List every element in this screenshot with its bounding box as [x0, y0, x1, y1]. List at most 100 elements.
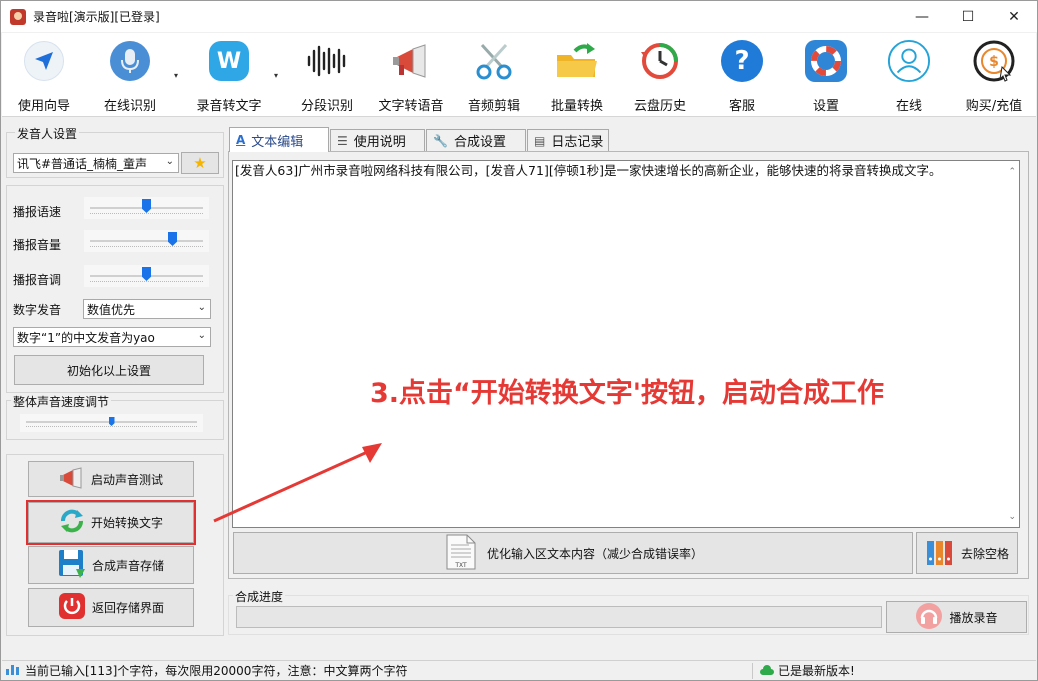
minimize-button[interactable]: —	[899, 1, 945, 32]
one-pron-select[interactable]: 数字“1”的中文发音为yao ⌄	[13, 327, 211, 347]
pitch-slider[interactable]	[84, 265, 209, 287]
headphones-icon	[915, 602, 943, 633]
waveform-icon	[305, 39, 349, 83]
tab-label: 文本编辑	[251, 134, 304, 150]
tutorial-annotation: 3.点击“开始转换文字'按钮，启动合成工作	[370, 378, 885, 409]
toolbar-online-status-button[interactable]: 在线	[882, 39, 936, 115]
online-recognition-dropdown[interactable]: ▾	[174, 71, 178, 80]
txt-file-icon: TXT	[443, 533, 477, 574]
floppy-disk-icon	[58, 549, 86, 582]
text-a-icon: A	[236, 133, 246, 147]
user-profile-icon	[887, 39, 931, 83]
annotation-arrow	[213, 443, 382, 523]
tab-text-edit[interactable]: A 文本编辑	[229, 127, 329, 152]
chevron-down-icon: ⌄	[165, 156, 174, 167]
tab-synthesis-settings[interactable]: 🔧 合成设置	[426, 129, 526, 151]
toolbar-cloud-history-button[interactable]: 云盘历史	[630, 39, 690, 115]
toolbar-label: 云盘历史	[633, 99, 686, 114]
back-save-button[interactable]: 返回存储界面	[28, 588, 194, 627]
toolbar-segment-recognition-button[interactable]: 分段识别	[296, 39, 358, 115]
play-audio-label: 播放录音	[949, 610, 998, 625]
toolbar-purchase-button[interactable]: $ 购买/充值	[960, 39, 1028, 115]
lifebuoy-icon	[804, 39, 848, 83]
audio-to-text-dropdown[interactable]: ▾	[274, 71, 278, 80]
toolbar-batch-convert-button[interactable]: 批量转换	[546, 39, 608, 115]
toolbar-guide-button[interactable]: 使用向导	[14, 39, 74, 115]
start-convert-button[interactable]: 开始转换文字	[28, 502, 194, 543]
document-icon: ▤	[534, 133, 546, 148]
svg-text:TXT: TXT	[454, 562, 467, 569]
save-audio-button[interactable]: 合成声音存储	[28, 546, 194, 584]
toolbar-audio-to-text-button[interactable]: W 录音转文字	[192, 39, 266, 115]
status-bar: 当前已输入[113]个字符，每次限用20000字符，注意：中文算两个字符 已是最…	[2, 660, 1036, 680]
history-clock-icon	[638, 39, 682, 83]
tab-label: 日志记录	[551, 135, 604, 150]
toolbar-audio-edit-button[interactable]: 音频剪辑	[464, 39, 524, 115]
scroll-down-icon[interactable]: ⌄	[1008, 510, 1016, 525]
test-voice-button[interactable]: 启动声音测试	[28, 461, 194, 497]
svg-text:$: $	[989, 54, 999, 70]
slider-ticks	[26, 426, 197, 430]
close-button[interactable]: ✕	[991, 1, 1037, 32]
toolbar-online-recognition-button[interactable]: 在线识别	[98, 39, 162, 115]
save-audio-label: 合成声音存储	[91, 558, 164, 573]
volume-slider[interactable]	[84, 230, 209, 252]
test-voice-label: 启动声音测试	[90, 472, 163, 487]
slider-thumb[interactable]	[168, 232, 177, 246]
voice-select[interactable]: 讯飞#普通话_楠楠_童声 ⌄	[13, 153, 179, 173]
close-icon: ✕	[1008, 8, 1020, 25]
speaker-settings-title: 发音人设置	[15, 125, 80, 142]
reset-settings-button[interactable]: 初始化以上设置	[14, 355, 204, 385]
editor-content: [发音人63]广州市录音啦网络科技有限公司，[发音人71][停顿1秒]是一家快速…	[235, 163, 942, 178]
progress-title: 合成进度	[233, 588, 286, 605]
tab-label: 合成设置	[453, 135, 506, 150]
favorite-voice-button[interactable]: ★	[181, 152, 219, 174]
dollar-coin-icon: $	[972, 39, 1016, 83]
synthesis-progress-bar	[236, 606, 882, 628]
toolbar-label: 文字转语音	[378, 99, 444, 114]
window-title: 录音啦[演示版][已登录]	[33, 10, 160, 24]
one-pron-value: 数字“1”的中文发音为yao	[17, 330, 155, 345]
digit-pron-value: 数值优先	[87, 302, 136, 317]
digit-pron-label: 数字发音	[13, 303, 62, 317]
folder-export-icon	[555, 39, 599, 83]
list-icon: ☰	[337, 133, 348, 148]
overall-speed-slider[interactable]	[20, 414, 203, 432]
wrench-icon: 🔧	[433, 133, 448, 148]
start-convert-label: 开始转换文字	[90, 516, 163, 530]
toolbar-support-button[interactable]: ? 客服	[716, 39, 768, 115]
power-icon	[58, 592, 86, 623]
window-controls: — ☐ ✕	[899, 1, 1037, 32]
status-divider	[752, 663, 753, 679]
slider-thumb[interactable]	[142, 267, 151, 281]
toolbar-text-to-speech-button[interactable]: 文字转语音	[374, 39, 448, 115]
play-audio-button[interactable]: 播放录音	[886, 601, 1027, 633]
title-bar: 录音啦[演示版][已登录] — ☐ ✕	[1, 1, 1037, 32]
toolbar-label: 分段识别	[300, 99, 353, 114]
optimize-text-label: 优化输入区文本内容（减少合成错误率）	[486, 546, 703, 561]
toolbar-settings-button[interactable]: 设置	[800, 39, 852, 115]
maximize-button[interactable]: ☐	[945, 1, 991, 32]
scroll-up-icon[interactable]: ⌃	[1008, 165, 1016, 180]
toolbar-label: 批量转换	[550, 99, 603, 114]
bar-chart-icon	[6, 663, 20, 678]
chevron-down-icon: ⌄	[197, 330, 206, 341]
speed-slider[interactable]	[84, 197, 209, 219]
tab-usage[interactable]: ☰ 使用说明	[330, 129, 425, 151]
slider-ticks	[90, 213, 203, 217]
slider-thumb[interactable]	[142, 199, 151, 213]
tab-log[interactable]: ▤ 日志记录	[527, 129, 609, 151]
refresh-arrows-icon	[59, 508, 85, 537]
megaphone-icon	[59, 466, 85, 492]
digit-pron-select[interactable]: 数值优先 ⌄	[83, 299, 211, 319]
slider-thumb[interactable]	[108, 417, 115, 426]
slider-track	[90, 240, 203, 242]
slider-ticks	[90, 246, 203, 250]
remove-spaces-button[interactable]: 去除空格	[916, 532, 1018, 574]
toolbar-label: 录音转文字	[196, 99, 262, 114]
toolbar-label: 购买/充值	[965, 99, 1023, 114]
volume-label: 播报音量	[13, 238, 62, 252]
status-char-count: 当前已输入[113]个字符，每次限用20000字符，注意：中文算两个字符	[25, 664, 408, 678]
optimize-text-button[interactable]: TXT 优化输入区文本内容（减少合成错误率）	[233, 532, 913, 574]
toolbar-label: 使用向导	[17, 99, 70, 114]
